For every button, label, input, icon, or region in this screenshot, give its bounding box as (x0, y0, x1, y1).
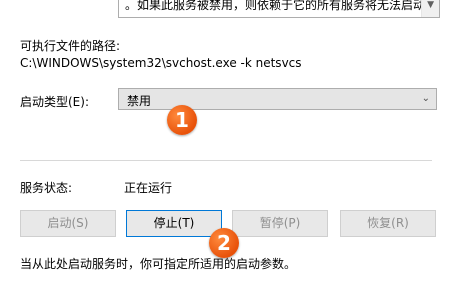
stop-button[interactable]: 停止(T) (126, 210, 222, 237)
annotation-badge-2: 2 (209, 228, 239, 258)
start-button[interactable]: 启动(S) (20, 210, 116, 237)
chevron-down-icon: ⌄ (421, 93, 430, 104)
service-status-value: 正在运行 (124, 181, 173, 195)
path-label: 可执行文件的路径: (20, 39, 121, 53)
description-text: 。如果此服务被禁用，则依赖于它的所有服务将无法启动 (125, 0, 426, 12)
startup-type-select[interactable]: 禁用 ⌄ (118, 88, 437, 110)
resume-button[interactable]: 恢复(R) (340, 210, 436, 237)
pause-button[interactable]: 暂停(P) (232, 210, 328, 237)
path-value: C:\WINDOWS\system32\svchost.exe -k netsv… (20, 56, 302, 70)
description-box[interactable]: 。如果此服务被禁用，则依赖于它的所有服务将无法启动 ▼ (118, 0, 440, 18)
description-scrollbar[interactable]: ▼ (421, 0, 439, 17)
startup-type-label: 启动类型(E): (20, 95, 89, 109)
start-parameters-hint: 当从此处启动服务时，你可指定所适用的启动参数。 (20, 257, 297, 271)
startup-type-value: 禁用 (127, 94, 152, 108)
annotation-badge-1: 1 (167, 105, 197, 135)
scroll-down-icon[interactable]: ▼ (427, 0, 434, 10)
service-status-label: 服务状态: (20, 181, 73, 195)
divider (20, 160, 432, 161)
